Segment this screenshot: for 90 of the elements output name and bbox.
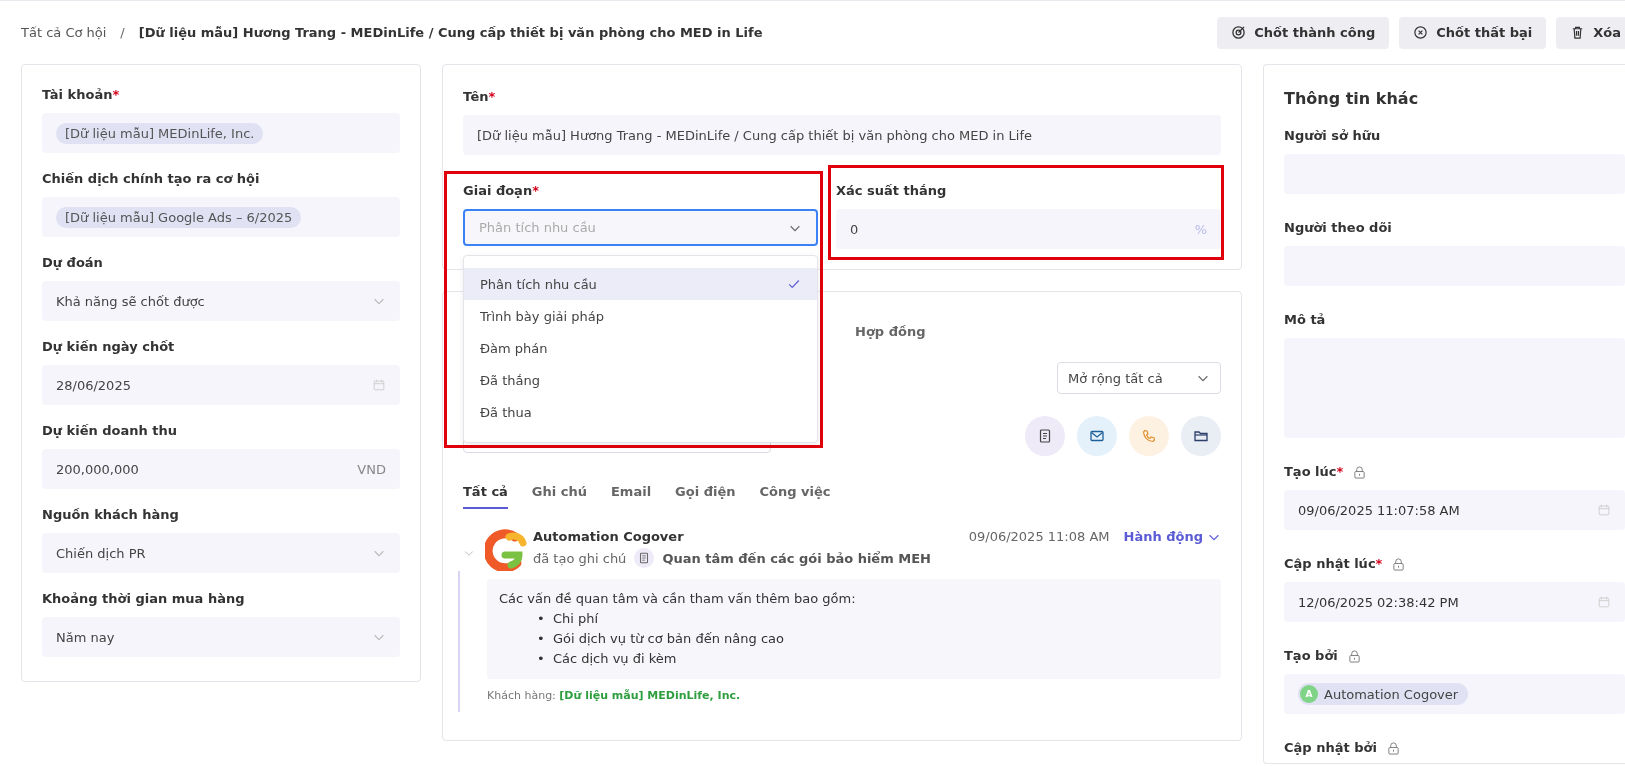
timestamp: 09/06/2025 11:08 AM <box>968 529 1110 544</box>
dropdown-option[interactable]: Đã thắng <box>464 364 817 396</box>
tag-chip: [Dữ liệu mẫu] MEDinLife, Inc. <box>56 122 264 144</box>
input-field[interactable]: 200,000,000 VND <box>42 449 400 489</box>
customer-line: Khách hàng: [Dữ liệu mẫu] MEDinLife, Inc. <box>487 689 742 702</box>
field-label: Mô tả <box>1284 312 1326 327</box>
author-name: Automation Cogover <box>533 529 684 544</box>
page-title: [Dữ liệu mẫu] Hương Trang - MEDinLife / Cung cấp thiết bị văn phòng cho MED in Life <box>138 25 763 40</box>
avatar-initial: A <box>1300 685 1318 703</box>
input-field[interactable]: [Dữ liệu mẫu] MEDinLife, Inc. <box>42 113 400 153</box>
activity-verb: đã tạo ghi chú <box>533 550 627 566</box>
field-value: Mở rộng tất cả <box>1068 370 1163 386</box>
close-lost-button[interactable]: Chốt thất bại <box>1399 16 1547 49</box>
input-field[interactable]: [Dữ liệu mẫu] Hương Trang - MEDinLife / Cung cấp thiết bị văn phòng cho MED in Life <box>463 115 1221 155</box>
mail-icon <box>1089 428 1105 444</box>
select-field[interactable]: Khả năng sẽ chốt được <box>42 281 400 321</box>
filter-tab[interactable]: Ghi chú <box>531 484 587 509</box>
bullet-item: • Gói dịch vụ từ cơ bản đến nâng cao <box>537 630 785 648</box>
input-field[interactable]: 28/06/2025 <box>42 365 400 405</box>
tab[interactable]: Hợp đồng <box>855 323 926 339</box>
filter-tab[interactable]: Gọi điện <box>675 484 736 509</box>
input-field[interactable]: [Dữ liệu mẫu] Google Ads – 6/2025 <box>42 197 400 237</box>
field-value: 28/06/2025 <box>56 377 131 393</box>
field-value: Chiến dịch PR <box>56 545 146 561</box>
check-icon <box>787 277 801 291</box>
bullet-item: • Chi phí <box>537 610 600 628</box>
actions-menu-button[interactable]: Hành động <box>1123 529 1221 544</box>
field-label: Nguồn khách hàng <box>42 507 179 522</box>
call-button[interactable] <box>1129 416 1169 456</box>
email-button[interactable] <box>1077 416 1117 456</box>
close-icon <box>1413 25 1429 40</box>
calendar-icon <box>1597 503 1611 517</box>
field-label: Tài khoản* <box>42 87 120 102</box>
tag-chip: [Dữ liệu mẫu] Google Ads – 6/2025 <box>56 206 302 228</box>
field-label: Dự kiến doanh thu <box>42 423 178 438</box>
input-field[interactable]: 12/06/2025 02:38:42 PM <box>1284 582 1625 622</box>
folder-icon <box>1193 428 1209 444</box>
note-text: Các vấn đề quan tâm và cần tham vấn thêm bao gồm: <box>499 590 857 608</box>
filter-tab[interactable]: Tất cả <box>463 484 508 509</box>
user-chip: A Automation Cogover <box>1298 683 1469 705</box>
phone-icon <box>1141 428 1157 444</box>
field-value: 0 <box>850 221 859 237</box>
input-field[interactable]: A Automation Cogover <box>1284 674 1625 714</box>
field-label: Dự kiến ngày chốt <box>42 339 175 354</box>
field-label: Cập nhật bởi <box>1284 740 1377 755</box>
field-label: Cập nhật lúc* <box>1284 556 1383 571</box>
field-value: Năm nay <box>56 629 115 645</box>
input-field[interactable]: 09/06/2025 11:07:58 AM <box>1284 490 1625 530</box>
note-icon <box>1037 428 1053 444</box>
filter-tab[interactable]: Công việc <box>759 484 831 509</box>
dropdown-option[interactable]: Phân tích nhu cầu <box>464 268 817 300</box>
select-field[interactable]: Năm nay <box>42 617 400 657</box>
select-placeholder: Phân tích nhu cầu <box>479 220 596 235</box>
delete-button[interactable]: Xóa <box>1556 16 1625 49</box>
folder-button[interactable] <box>1181 416 1221 456</box>
dropdown-option[interactable]: Đàm phán <box>464 332 817 364</box>
close-won-button[interactable]: Chốt thành công <box>1217 16 1390 49</box>
field-label: Giai đoạn* <box>463 183 539 198</box>
field-value: [Dữ liệu mẫu] Hương Trang - MEDinLife / Cung cấp thiết bị văn phòng cho MED in Life <box>477 127 1033 143</box>
input-field[interactable]: 0 % <box>836 209 1221 249</box>
field-label: Tên* <box>463 89 496 104</box>
field-label: Tạo lúc* <box>1284 464 1344 479</box>
field-label: Khoảng thời gian mua hàng <box>42 591 245 606</box>
select-field[interactable]: Chiến dịch PR <box>42 533 400 573</box>
filter-tab[interactable]: Email <box>611 484 652 509</box>
currency-suffix: VND <box>357 461 386 477</box>
field-label: Dự đoán <box>42 255 103 270</box>
section-title: Thông tin khác <box>1284 89 1420 108</box>
field-value: 09/06/2025 11:07:58 AM <box>1298 502 1460 518</box>
field-value: 200,000,000 <box>56 461 139 477</box>
field-label: Tạo bởi <box>1284 648 1338 663</box>
field-value: 12/06/2025 02:38:42 PM <box>1298 594 1459 610</box>
dropdown-option[interactable]: Trình bày giải pháp <box>464 300 817 332</box>
logo-icon <box>485 529 527 571</box>
target-icon <box>1231 25 1247 40</box>
dropdown-option[interactable]: Đã thua <box>464 396 817 428</box>
bullet-item: • Các dịch vụ đi kèm <box>537 650 678 668</box>
field-label: Chiến dịch chính tạo ra cơ hội <box>42 171 260 186</box>
percent-suffix: % <box>1194 221 1207 237</box>
breadcrumb-separator: / <box>120 25 125 40</box>
note-button[interactable] <box>1025 416 1065 456</box>
field-label: Người theo dõi <box>1284 220 1392 235</box>
field-label: Người sở hữu <box>1284 128 1381 143</box>
calendar-icon <box>372 378 386 392</box>
calendar-icon <box>1597 595 1611 609</box>
breadcrumb-link[interactable]: Tất cả Cơ hội <box>21 25 107 40</box>
field-value: Khả năng sẽ chốt được <box>56 293 205 309</box>
select-field[interactable]: Mở rộng tất cả <box>1057 362 1221 394</box>
note-title-link[interactable]: Quan tâm đến các gói bảo hiểm MEH <box>662 550 931 566</box>
field-label: Xác suất thắng <box>836 183 947 198</box>
